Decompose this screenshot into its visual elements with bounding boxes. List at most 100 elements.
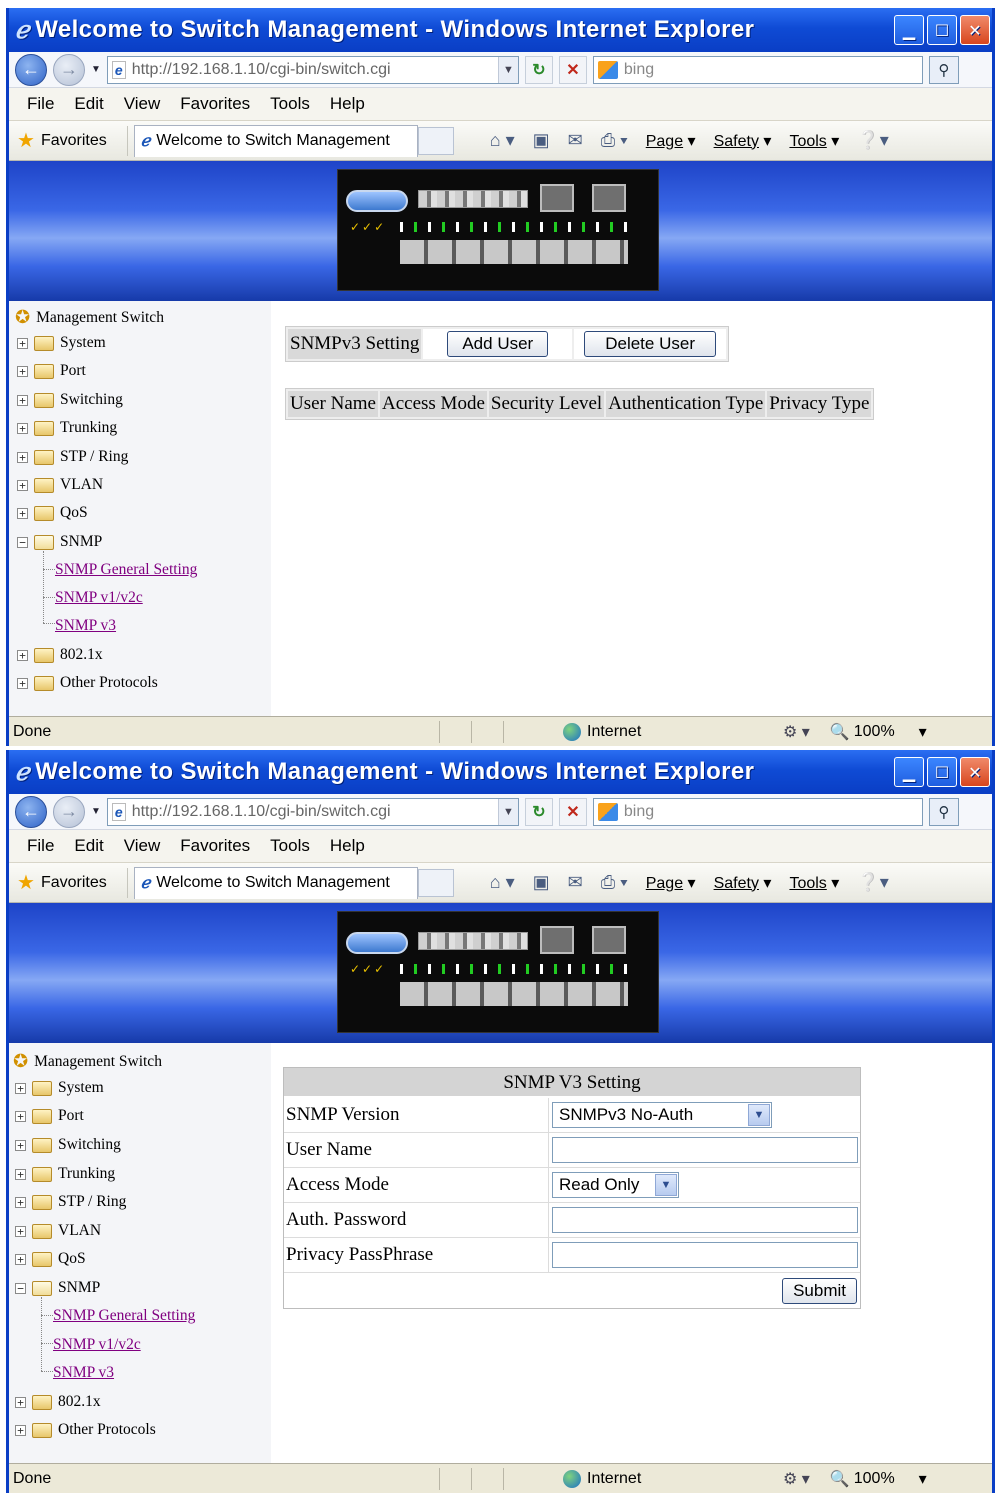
stop-button[interactable]: ✕ xyxy=(558,797,587,826)
back-button[interactable]: ← xyxy=(15,53,47,86)
tree-item-qos[interactable]: + QoS xyxy=(15,1250,86,1268)
tab-switch-management[interactable]: ℯ Welcome to Switch Management xyxy=(133,124,418,157)
expand-icon[interactable]: + xyxy=(17,451,28,463)
protected-mode-icon[interactable]: ⚙ ▾ xyxy=(783,1469,810,1489)
menu-file[interactable]: File xyxy=(27,94,54,114)
tree-item-trunking[interactable]: + Trunking xyxy=(17,419,117,437)
close-button[interactable]: ✕ xyxy=(960,15,990,45)
tree-item-snmp[interactable]: − SNMP xyxy=(15,1279,100,1297)
tree-item-qos[interactable]: + QoS xyxy=(17,504,88,522)
link-label[interactable]: SNMP v3 xyxy=(55,617,116,635)
stop-button[interactable]: ✕ xyxy=(558,55,587,84)
menu-view[interactable]: View xyxy=(124,836,161,856)
expand-icon[interactable]: + xyxy=(17,507,28,519)
menu-favorites[interactable]: Favorites xyxy=(180,836,250,856)
menu-edit[interactable]: Edit xyxy=(74,94,103,114)
tree-link-snmp-general[interactable]: SNMP General Setting xyxy=(53,1307,195,1325)
expand-icon[interactable]: + xyxy=(17,365,28,377)
tree-item-other-protocols[interactable]: + Other Protocols xyxy=(15,1421,156,1439)
tree-item-trunking[interactable]: + Trunking xyxy=(15,1165,115,1183)
tree-link-snmp-v3[interactable]: SNMP v3 xyxy=(55,617,116,635)
menu-tools[interactable]: Tools xyxy=(270,94,310,114)
tree-item-port[interactable]: + Port xyxy=(15,1107,84,1125)
search-icon[interactable]: ⚲ xyxy=(928,797,959,826)
expand-icon[interactable]: + xyxy=(15,1168,26,1180)
chevron-down-icon[interactable]: ▼ xyxy=(748,1104,770,1126)
privacy-passphrase-input[interactable] xyxy=(552,1242,858,1268)
expand-icon[interactable]: + xyxy=(15,1396,26,1408)
minimize-button[interactable]: ▁ xyxy=(894,15,924,45)
add-user-button[interactable]: Add User xyxy=(447,331,549,357)
expand-icon[interactable]: + xyxy=(15,1196,26,1208)
refresh-button[interactable]: ↻ xyxy=(524,55,553,84)
url-dropdown-icon[interactable]: ▼ xyxy=(497,56,518,83)
tree-item-port[interactable]: + Port xyxy=(17,362,86,380)
expand-icon[interactable]: + xyxy=(15,1082,26,1094)
submit-button[interactable]: Submit xyxy=(782,1277,857,1304)
home-icon[interactable]: ⌂ ▾ xyxy=(490,130,515,151)
search-input[interactable]: bing xyxy=(592,797,923,826)
tools-menu[interactable]: Tools ▾ xyxy=(789,131,839,151)
new-tab-button[interactable] xyxy=(417,868,454,897)
snmp-version-select[interactable]: SNMPv3 No-Auth ▼ xyxy=(552,1102,772,1128)
refresh-button[interactable]: ↻ xyxy=(524,797,553,826)
tree-item-vlan[interactable]: + VLAN xyxy=(15,1222,101,1240)
tools-menu[interactable]: Tools ▾ xyxy=(789,873,839,893)
link-label[interactable]: SNMP General Setting xyxy=(53,1307,195,1325)
tree-item-snmp[interactable]: − SNMP xyxy=(17,533,102,551)
maximize-button[interactable]: ☐ xyxy=(927,15,957,45)
help-icon[interactable]: ❔▾ xyxy=(857,872,888,893)
menu-file[interactable]: File xyxy=(27,836,54,856)
mail-icon[interactable]: ✉ xyxy=(568,130,583,151)
tree-link-snmp-v1v2c[interactable]: SNMP v1/v2c xyxy=(55,589,143,607)
menu-help[interactable]: Help xyxy=(330,94,365,114)
tree-item-other-protocols[interactable]: + Other Protocols xyxy=(17,674,158,692)
menu-view[interactable]: View xyxy=(124,94,161,114)
expand-icon[interactable]: + xyxy=(15,1225,26,1237)
menu-help[interactable]: Help xyxy=(330,836,365,856)
menu-tools[interactable]: Tools xyxy=(270,836,310,856)
link-label[interactable]: SNMP v1/v2c xyxy=(53,1336,141,1354)
back-button[interactable]: ← xyxy=(15,795,47,828)
tree-link-snmp-v1v2c[interactable]: SNMP v1/v2c xyxy=(53,1336,141,1354)
menu-edit[interactable]: Edit xyxy=(74,836,103,856)
search-icon[interactable]: ⚲ xyxy=(928,55,959,84)
history-dropdown-icon[interactable]: ▼ xyxy=(91,806,101,817)
tree-item-stp-ring[interactable]: + STP / Ring xyxy=(17,448,128,466)
url-field[interactable]: e http://192.168.1.10/cgi-bin/switch.cgi… xyxy=(106,55,519,84)
minimize-button[interactable]: ▁ xyxy=(894,757,924,787)
tree-item-stp-ring[interactable]: + STP / Ring xyxy=(15,1193,126,1211)
expand-icon[interactable]: + xyxy=(15,1110,26,1122)
favorites-button[interactable]: ★ Favorites xyxy=(17,867,128,898)
user-name-input[interactable] xyxy=(552,1137,858,1163)
expand-icon[interactable]: + xyxy=(17,677,28,689)
tree-item-system[interactable]: + System xyxy=(15,1079,104,1097)
maximize-button[interactable]: ☐ xyxy=(927,757,957,787)
new-tab-button[interactable] xyxy=(417,126,454,155)
safety-menu[interactable]: Safety ▾ xyxy=(714,873,772,893)
page-menu[interactable]: Page ▾ xyxy=(646,131,696,151)
forward-button[interactable]: → xyxy=(53,53,85,86)
collapse-icon[interactable]: − xyxy=(17,536,28,548)
tree-link-snmp-v3[interactable]: SNMP v3 xyxy=(53,1364,114,1382)
zoom-control[interactable]: 🔍 100% ▾ xyxy=(830,722,927,742)
zoom-dropdown-icon[interactable]: ▾ xyxy=(919,722,927,742)
chevron-down-icon[interactable]: ▼ xyxy=(655,1174,677,1196)
history-dropdown-icon[interactable]: ▼ xyxy=(91,64,101,75)
mail-icon[interactable]: ✉ xyxy=(568,872,583,893)
home-icon[interactable]: ⌂ ▾ xyxy=(490,872,515,893)
expand-icon[interactable]: + xyxy=(15,1424,26,1436)
tree-item-switching[interactable]: + Switching xyxy=(15,1136,121,1154)
tree-root[interactable]: ✪ Management Switch xyxy=(15,307,164,328)
zoom-dropdown-icon[interactable]: ▾ xyxy=(919,1469,927,1489)
zoom-control[interactable]: 🔍 100% ▾ xyxy=(830,1469,927,1489)
tree-item-switching[interactable]: + Switching xyxy=(17,391,123,409)
page-menu[interactable]: Page ▾ xyxy=(646,873,696,893)
safety-menu[interactable]: Safety ▾ xyxy=(714,131,772,151)
search-input[interactable]: bing xyxy=(592,55,923,84)
delete-user-button[interactable]: Delete User xyxy=(584,331,716,357)
tab-switch-management[interactable]: ℯ Welcome to Switch Management xyxy=(133,866,418,899)
feeds-icon[interactable]: ▣ xyxy=(533,130,550,151)
print-icon[interactable]: ⎙ ▾ xyxy=(601,872,628,893)
tree-link-snmp-general[interactable]: SNMP General Setting xyxy=(55,561,197,579)
